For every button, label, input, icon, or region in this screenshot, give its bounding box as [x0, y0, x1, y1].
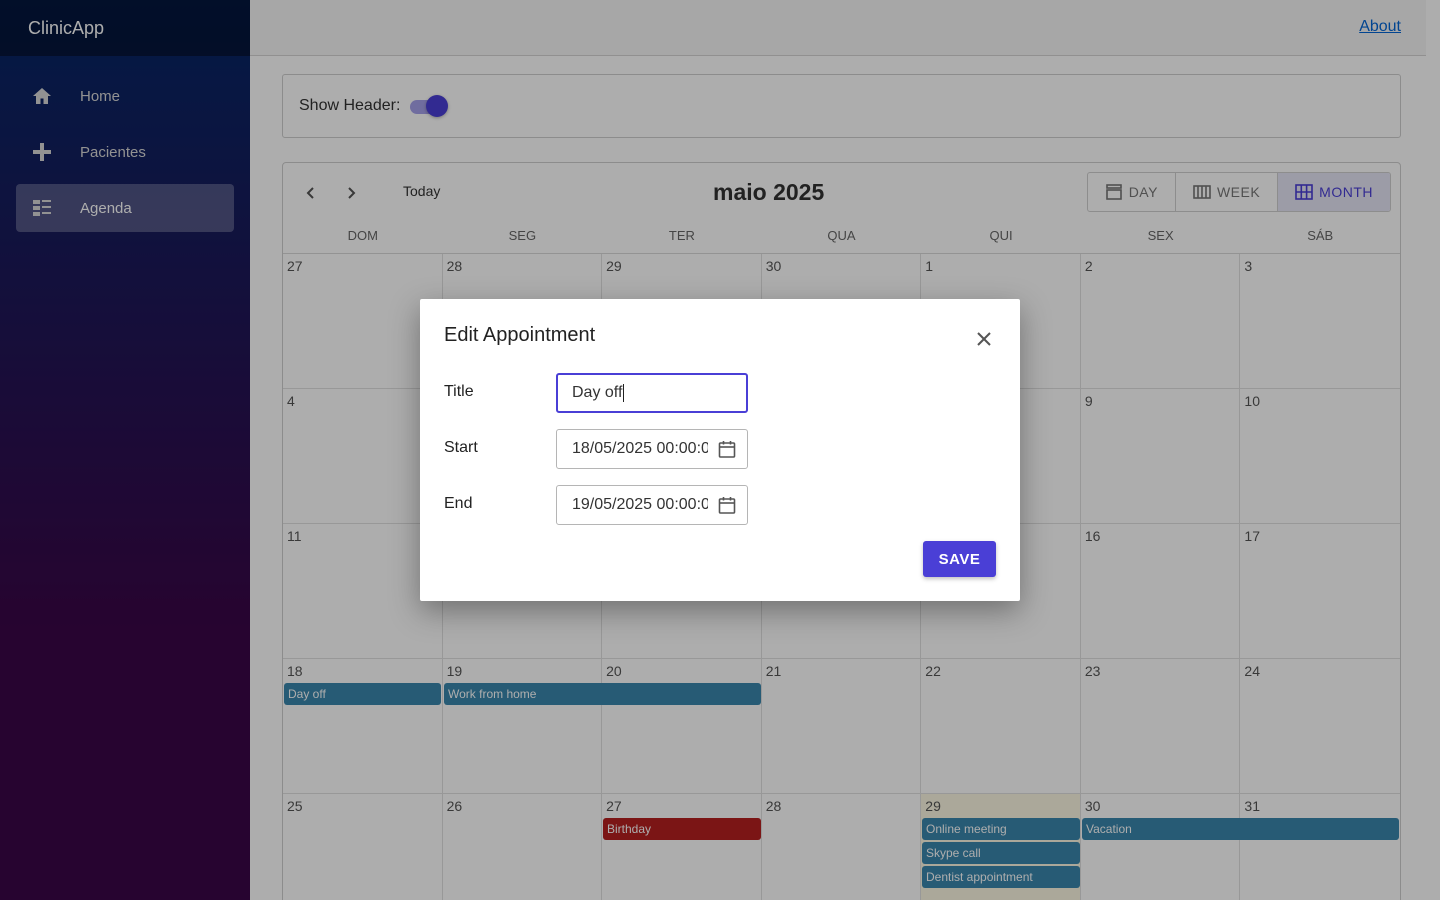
end-input-value: 19/05/2025 00:00:00	[572, 496, 708, 513]
calendar-icon[interactable]	[717, 439, 737, 459]
close-icon	[977, 332, 991, 346]
title-input[interactable]: Day off	[556, 373, 748, 413]
title-label: Title	[444, 383, 474, 400]
start-label: Start	[444, 439, 478, 456]
save-button[interactable]: SAVE	[923, 541, 996, 577]
text-caret	[623, 384, 625, 402]
close-button[interactable]	[972, 327, 996, 351]
dialog-title: Edit Appointment	[444, 324, 596, 346]
start-datetime-input[interactable]: 18/05/2025 00:00:00	[556, 429, 748, 469]
calendar-icon[interactable]	[717, 495, 737, 515]
start-input-value: 18/05/2025 00:00:00	[572, 440, 708, 457]
end-label: End	[444, 495, 473, 512]
end-datetime-input[interactable]: 19/05/2025 00:00:00	[556, 485, 748, 525]
edit-appointment-dialog: Edit Appointment Title Day off Start 18/…	[420, 299, 1020, 601]
title-input-value: Day off	[572, 384, 623, 401]
